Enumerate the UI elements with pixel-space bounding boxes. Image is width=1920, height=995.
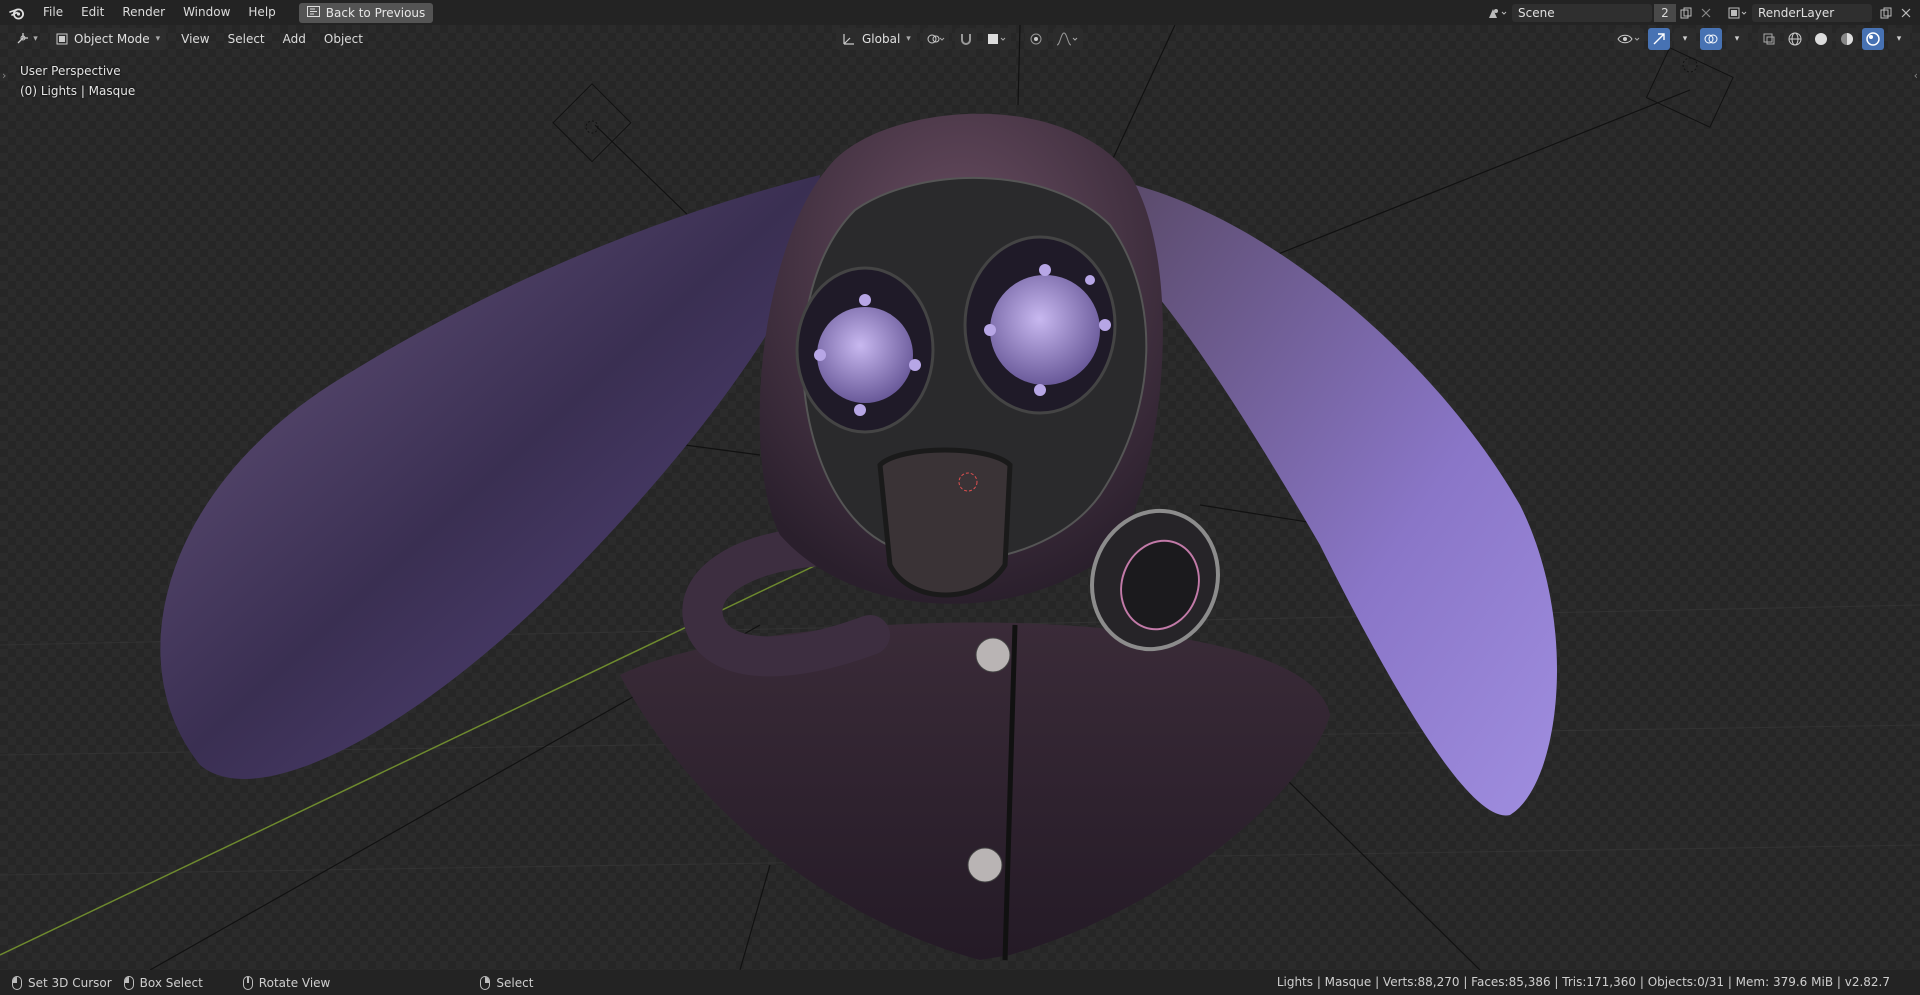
transform-orientation-dropdown[interactable]: Global ▾: [836, 28, 917, 50]
rendered-shading-icon[interactable]: [1862, 28, 1884, 50]
screen-back-icon: [306, 5, 320, 20]
mouse-right-icon: [480, 975, 491, 990]
cape: [620, 622, 1330, 960]
falloff-curve-icon[interactable]: [1052, 28, 1083, 50]
menu-edit[interactable]: Edit: [72, 0, 113, 25]
3d-viewport[interactable]: User Perspective (0) Lights | Masque › ‹: [0, 25, 1920, 970]
transform-tools: Global ▾: [836, 28, 1083, 50]
chevron-down-icon: ▾: [906, 34, 911, 44]
new-scene-icon[interactable]: [1676, 4, 1696, 22]
top-bar: File Edit Render Window Help Back to Pre…: [0, 0, 1920, 25]
perspective-label: User Perspective: [20, 64, 121, 78]
menu-file[interactable]: File: [34, 0, 72, 25]
sidebar-expand-arrow[interactable]: ‹: [1914, 69, 1918, 82]
menu-add[interactable]: Add: [274, 28, 315, 50]
3d-viewport-icon: [17, 33, 29, 44]
orientation-label: Global: [862, 32, 901, 46]
hint-set-3d-cursor: Set 3D Cursor: [12, 975, 112, 990]
back-to-previous-button[interactable]: Back to Previous: [298, 2, 434, 23]
editor-type-selector[interactable]: ▾: [8, 28, 46, 50]
menu-object[interactable]: Object: [315, 28, 372, 50]
scene-render: [0, 25, 1920, 970]
viewport-display-tools: ▾ ▾ ▾: [1614, 28, 1910, 50]
chevron-down-icon[interactable]: ▾: [1674, 28, 1696, 50]
menu-help[interactable]: Help: [239, 0, 284, 25]
menu-window[interactable]: Window: [174, 0, 239, 25]
chevron-down-icon: ▾: [155, 34, 161, 44]
scene-name-field[interactable]: Scene: [1512, 3, 1652, 22]
menu-render[interactable]: Render: [113, 0, 174, 25]
coat-button-bottom: [967, 847, 1003, 883]
respirator-mesh: [877, 447, 1013, 598]
object-info-label: (0) Lights | Masque: [20, 84, 136, 98]
back-to-previous-label: Back to Previous: [325, 5, 426, 20]
chevron-down-icon[interactable]: ▾: [1726, 28, 1748, 50]
hint-label: Rotate View: [258, 975, 331, 990]
solid-shading-icon[interactable]: [1810, 28, 1832, 50]
hint-box-select: Box Select: [123, 975, 203, 990]
toolbar-expand-arrow[interactable]: ›: [2, 69, 6, 82]
hint-label: Set 3D Cursor: [28, 975, 112, 990]
object-mode-dropdown[interactable]: Object Mode ▾: [50, 28, 167, 50]
viewport-header: ▾ Object Mode ▾ View Select Add Object G…: [0, 25, 1920, 53]
chevron-down-icon: ▾: [33, 34, 38, 44]
hint-label: Box Select: [139, 975, 203, 990]
mode-label: Object Mode: [74, 32, 150, 46]
gizmo-toggle-icon[interactable]: [1648, 28, 1670, 50]
overlays-toggle-icon[interactable]: [1700, 28, 1722, 50]
delete-scene-icon[interactable]: [1696, 4, 1716, 22]
mouse-middle-icon: [242, 975, 253, 990]
right-virus: [990, 275, 1100, 385]
hint-select: Select: [480, 975, 534, 990]
scene-users-count[interactable]: 2: [1654, 3, 1676, 22]
snap-toggle-icon[interactable]: [954, 28, 977, 50]
scene-name: Scene: [1518, 5, 1555, 20]
scene-selector-icon[interactable]: [1484, 0, 1512, 25]
xray-toggle-icon[interactable]: [1758, 28, 1780, 50]
render-layer-name: RenderLayer: [1758, 5, 1835, 20]
left-virus: [817, 307, 913, 403]
area-light-gizmo-left: [552, 83, 632, 163]
scene-statistics: Lights | Masque | Verts:88,270 | Faces:8…: [1276, 975, 1890, 989]
pivot-point-icon[interactable]: [922, 28, 949, 50]
area-light-gizmo-right: [1645, 47, 1734, 128]
orientation-axes-icon: [843, 34, 854, 45]
new-layer-icon[interactable]: [1876, 4, 1896, 22]
delete-layer-icon[interactable]: [1896, 4, 1916, 22]
menu-view[interactable]: View: [172, 28, 218, 50]
render-layer-icon[interactable]: [1724, 0, 1752, 25]
material-preview-shading-icon[interactable]: [1836, 28, 1858, 50]
blender-logo[interactable]: [0, 0, 34, 25]
wireframe-shading-icon[interactable]: [1784, 28, 1806, 50]
object-mode-icon: [56, 33, 68, 45]
chevron-down-icon[interactable]: ▾: [1888, 28, 1910, 50]
hint-label: Select: [496, 975, 534, 990]
coat-button-top: [975, 637, 1011, 673]
proportional-editing-icon[interactable]: [1024, 28, 1047, 50]
visibility-eye-icon[interactable]: [1614, 28, 1644, 50]
hint-rotate-view: Rotate View: [242, 975, 331, 990]
viewport-overlay-info: User Perspective (0) Lights | Masque: [20, 61, 135, 101]
menu-select[interactable]: Select: [219, 28, 274, 50]
mouse-left-icon: [12, 975, 22, 990]
mouse-drag-icon: [123, 975, 134, 990]
snap-target-icon[interactable]: [982, 28, 1011, 50]
render-layer-field[interactable]: RenderLayer: [1752, 3, 1872, 22]
top-right-controls: Scene 2 RenderLayer: [1484, 0, 1920, 25]
status-bar: Set 3D Cursor Box Select Rotate View Sel…: [0, 970, 1920, 995]
